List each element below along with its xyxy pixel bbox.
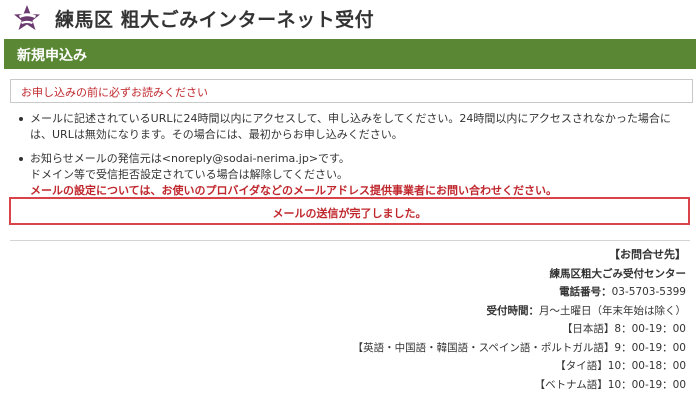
contact-phone-row: 電話番号：03-5703-5399	[353, 283, 686, 302]
notice-box: お申し込みの前に必ずお読みください	[10, 79, 693, 103]
instruction-text: メールに記述されているURLに24時間以内にアクセスして、申し込みをしてください…	[30, 111, 690, 143]
contact-title: 【お問合せ先】	[353, 246, 686, 265]
phone-label: 電話番号：	[559, 286, 612, 298]
hours-multilingual: 【英語・中国語・韓国語・スペイン語・ポルトガル語】9：00-19：00	[353, 339, 686, 358]
sender-info-text: お知らせメールの発信元は<noreply@sodai-nerima.jp>です。	[30, 151, 690, 167]
list-item: メールに記述されているURLに24時間以内にアクセスして、申し込みをしてください…	[30, 111, 690, 143]
site-title: 練馬区 粗大ごみインターネット受付	[55, 5, 374, 32]
status-message-box: メールの送信が完了しました。	[9, 197, 690, 225]
divider	[10, 240, 690, 241]
status-message: メールの送信が完了しました。	[11, 205, 688, 221]
section-title: 新規申込み	[17, 45, 87, 65]
nerima-logo-icon	[12, 4, 42, 32]
notice-text: お申し込みの前に必ずお読みください	[21, 84, 208, 100]
hours-japanese: 【日本語】8：00-19：00	[353, 320, 686, 339]
list-item: お知らせメールの発信元は<noreply@sodai-nerima.jp>です。…	[30, 151, 690, 199]
hours-value: 月～土曜日（年末年始は除く）	[539, 305, 686, 317]
hours-thai: 【タイ語】10：00-18：00	[353, 357, 686, 376]
contact-info: 【お問合せ先】 練馬区粗大ごみ受付センター 電話番号：03-5703-5399 …	[353, 246, 686, 394]
bullet-icon	[19, 117, 23, 121]
site-header: 練馬区 粗大ごみインターネット受付	[0, 0, 700, 36]
section-header: 新規申込み	[4, 39, 696, 69]
contact-hours-row: 受付時間：月～土曜日（年末年始は除く）	[353, 302, 686, 321]
bullet-icon	[19, 157, 23, 161]
domain-setting-text: ドメイン等で受信拒否設定されている場合は解除してください。	[30, 167, 690, 183]
hours-label: 受付時間：	[487, 305, 540, 317]
phone-number: 03-5703-5399	[612, 286, 686, 298]
contact-org: 練馬区粗大ごみ受付センター	[353, 265, 686, 284]
